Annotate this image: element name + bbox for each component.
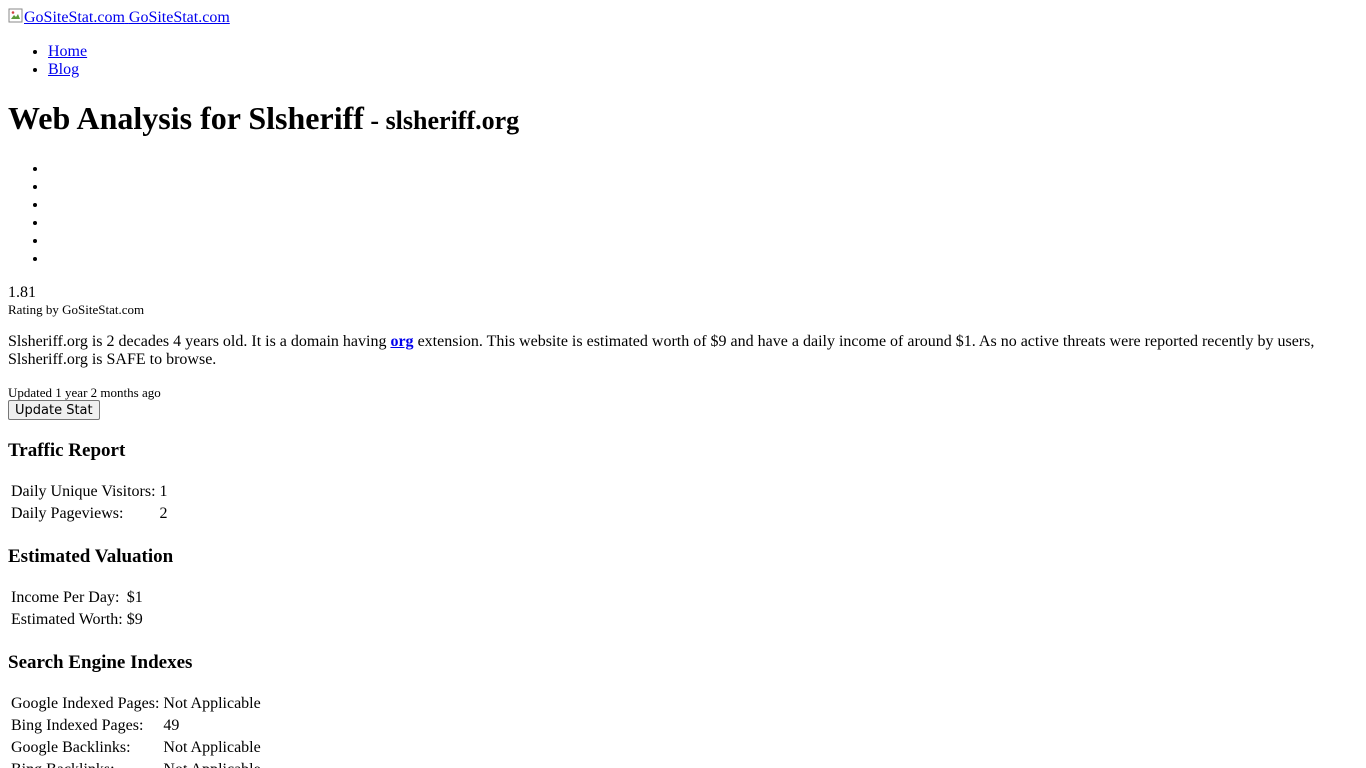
table-row: Daily Unique Visitors: 1 — [10, 482, 169, 502]
page-title-main: Web Analysis for Slsheriff — [8, 100, 364, 136]
traffic-value: 2 — [159, 505, 168, 522]
rating-star-item — [48, 214, 1358, 232]
table-row: Daily Pageviews: 2 — [10, 504, 169, 524]
table-row: Bing Backlinks: Not Applicable — [10, 760, 262, 768]
logo-alt-text: GoSiteStat.com — [24, 9, 125, 26]
page-title-domain: slsheriff.org — [385, 106, 520, 135]
index-value: 49 — [163, 717, 180, 734]
indexes-table: Google Indexed Pages: Not Applicable Bin… — [8, 692, 264, 768]
nav-link-home[interactable]: Home — [48, 43, 87, 60]
main-nav: Home Blog — [8, 43, 1358, 79]
index-label: Bing Indexed Pages: — [11, 717, 144, 734]
nav-item-home: Home — [48, 43, 1358, 61]
valuation-heading: Estimated Valuation — [8, 546, 174, 567]
index-value: Not Applicable — [163, 695, 261, 712]
table-row: Bing Indexed Pages: 49 — [10, 716, 262, 736]
page: GoSiteStat.com GoSiteStat.com Home Blog … — [0, 0, 1366, 768]
broken-image-icon — [8, 8, 24, 24]
index-value: Not Applicable — [162, 760, 261, 768]
table-row: Estimated Worth: $9 — [10, 610, 144, 630]
update-stat-button[interactable]: Update Stat — [8, 400, 100, 420]
logo-link[interactable]: GoSiteStat.com GoSiteStat.com — [8, 8, 230, 27]
traffic-label: Daily Unique Visitors: — [11, 483, 156, 500]
summary-text: Slsheriff.org is 2 decades 4 years old. … — [8, 333, 1358, 369]
valuation-value: $9 — [126, 611, 143, 628]
page-title-separator: - — [363, 106, 386, 135]
summary-part1: Slsheriff.org is 2 decades 4 years old. … — [8, 333, 391, 350]
table-row: Google Backlinks: Not Applicable — [10, 738, 262, 758]
rating-star-item — [48, 196, 1358, 214]
valuation-value: $1 — [126, 589, 143, 606]
rating-value: 1.81 — [8, 284, 36, 301]
index-label: Bing Backlinks: — [10, 760, 160, 768]
rating-star-item — [48, 160, 1358, 178]
search-indexes-heading: Search Engine Indexes — [8, 652, 193, 673]
rating-star-item — [48, 250, 1358, 268]
rating-by: Rating by GoSiteStat.com — [8, 302, 145, 317]
traffic-value: 1 — [159, 483, 168, 500]
table-row: Google Indexed Pages: Not Applicable — [10, 694, 262, 714]
logo-text: GoSiteStat.com — [128, 9, 230, 26]
rating-star-item — [48, 178, 1358, 196]
valuation-label: Estimated Worth: — [11, 611, 123, 628]
index-label: Google Indexed Pages: — [11, 695, 160, 712]
index-label: Google Backlinks: — [11, 739, 131, 756]
table-row: Income Per Day: $1 — [10, 588, 144, 608]
valuation-label: Income Per Day: — [11, 589, 120, 606]
updated-text: Updated 1 year 2 months ago — [8, 385, 161, 400]
traffic-table: Daily Unique Visitors: 1 Daily Pageviews… — [8, 480, 171, 526]
page-title: Web Analysis for Slsheriff - slsheriff.o… — [8, 100, 1358, 139]
nav-link-blog[interactable]: Blog — [48, 61, 79, 78]
index-value: Not Applicable — [163, 739, 261, 756]
extension-link[interactable]: org — [390, 333, 413, 350]
traffic-report-heading: Traffic Report — [8, 440, 126, 461]
traffic-label: Daily Pageviews: — [11, 505, 124, 522]
rating-stars-list — [8, 160, 1358, 268]
valuation-table: Income Per Day: $1 Estimated Worth: $9 — [8, 586, 146, 632]
nav-item-blog: Blog — [48, 61, 1358, 79]
rating-star-item — [48, 232, 1358, 250]
